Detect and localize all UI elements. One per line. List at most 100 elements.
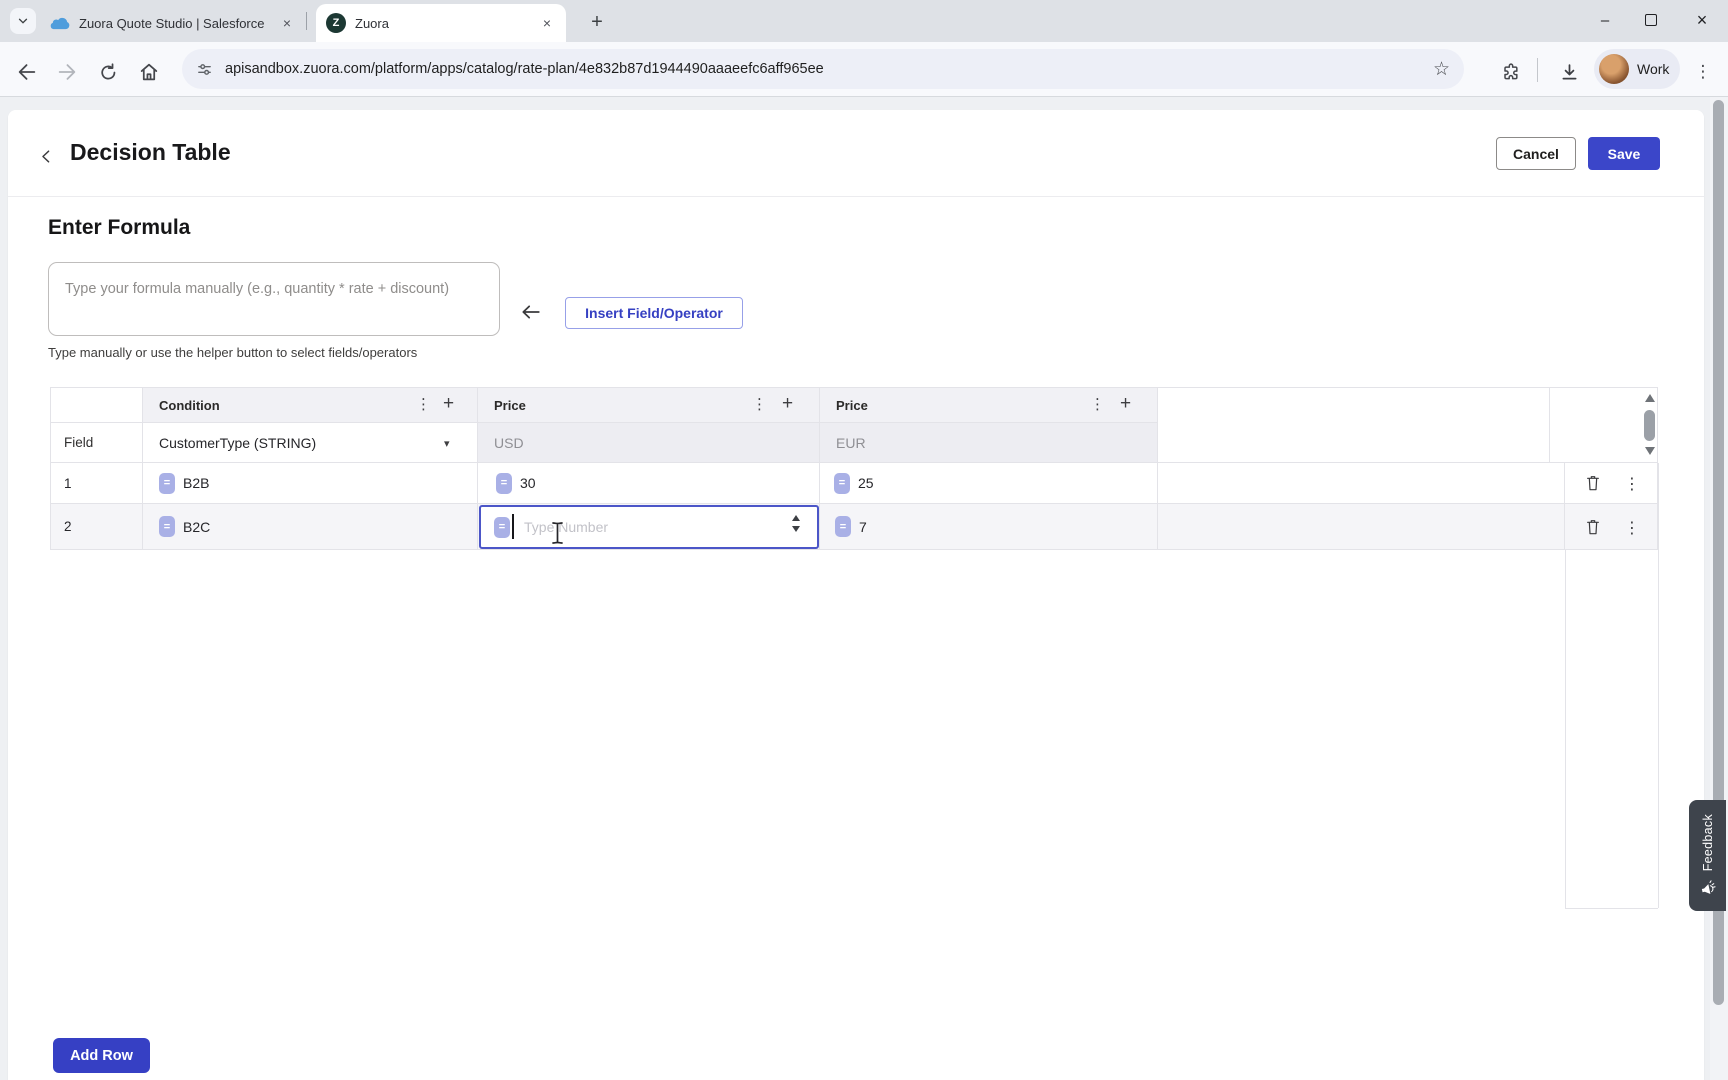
empty-header-cell — [1158, 387, 1550, 463]
forward-arrow-icon — [56, 61, 78, 83]
extensions-button[interactable] — [1496, 57, 1526, 87]
window-minimize-button[interactable]: – — [1582, 0, 1628, 40]
row-number: 1 — [50, 463, 143, 504]
bookmark-star-icon[interactable]: ☆ — [1433, 58, 1450, 81]
url-bar[interactable]: apisandbox.zuora.com/platform/apps/catal… — [182, 49, 1464, 89]
browser-window: Zuora Quote Studio | Salesforce × Z Zuor… — [0, 0, 1728, 1080]
browser-tab-zuora[interactable]: Z Zuora × — [316, 4, 566, 42]
tab-search-button[interactable] — [10, 8, 36, 34]
spacer-cell — [1158, 504, 1565, 550]
column-header-price-usd: Price — [478, 387, 820, 423]
window-maximize-button[interactable] — [1628, 0, 1674, 40]
operator-chip[interactable]: = — [159, 473, 175, 494]
forward-button[interactable] — [52, 57, 82, 87]
delete-row2-button[interactable] — [1584, 517, 1602, 537]
row2-actions-cell — [1565, 504, 1658, 550]
number-input[interactable] — [522, 518, 817, 536]
cell-condition-row2[interactable]: = B2C — [143, 504, 478, 550]
downloads-button[interactable] — [1554, 57, 1584, 87]
back-button[interactable] — [12, 57, 42, 87]
table-right-divider — [1565, 550, 1566, 908]
save-button[interactable]: Save — [1588, 137, 1660, 170]
kebab-icon: ⋮ — [1695, 62, 1712, 82]
tab-title: Zuora — [355, 16, 530, 31]
delete-row1-button[interactable] — [1584, 473, 1602, 493]
operator-chip[interactable]: = — [835, 516, 851, 537]
zuora-icon: Z — [326, 13, 346, 33]
operator-chip[interactable]: = — [494, 517, 510, 538]
home-button[interactable] — [134, 57, 164, 87]
stepper-down-icon[interactable] — [792, 526, 800, 532]
field-condition-dropdown[interactable]: CustomerType (STRING) — [143, 423, 478, 463]
row2-menu-button[interactable]: ⋮ — [1624, 518, 1640, 538]
cell-price2-row2[interactable]: = 7 — [820, 504, 1158, 550]
spacer-cell — [1158, 463, 1565, 504]
corner-header-cell — [50, 387, 143, 423]
salesforce-icon — [50, 16, 70, 31]
actions-header-cell — [1550, 387, 1658, 463]
toolbar-divider — [1537, 58, 1538, 82]
browser-tab-strip: Zuora Quote Studio | Salesforce × Z Zuor… — [0, 0, 1728, 42]
price1-add-column-icon[interactable]: + — [782, 394, 793, 413]
condition-column-menu-icon[interactable]: ⋮ — [416, 397, 431, 412]
table-scroll-up-icon[interactable] — [1645, 394, 1655, 402]
browser-menu-button[interactable]: ⋮ — [1688, 57, 1718, 87]
page-header — [8, 110, 1704, 197]
add-row-button[interactable]: Add Row — [53, 1038, 150, 1073]
cell-condition-row1[interactable]: = B2B — [143, 463, 478, 504]
megaphone-icon — [1698, 879, 1717, 898]
table-scroll-down-icon[interactable] — [1645, 447, 1655, 455]
price2-column-menu-icon[interactable]: ⋮ — [1090, 397, 1105, 412]
close-tab-icon[interactable]: × — [278, 14, 296, 32]
avatar — [1599, 54, 1629, 84]
number-stepper[interactable] — [792, 515, 800, 532]
feedback-tab[interactable]: Feedback — [1689, 800, 1726, 911]
trash-icon — [1585, 474, 1601, 492]
window-close-button[interactable]: × — [1676, 0, 1728, 40]
operator-chip[interactable]: = — [496, 473, 512, 494]
formula-input[interactable] — [48, 262, 500, 336]
url-text[interactable]: apisandbox.zuora.com/platform/apps/catal… — [225, 61, 1433, 77]
price1-column-menu-icon[interactable]: ⋮ — [752, 397, 767, 412]
close-tab-icon[interactable]: × — [538, 14, 556, 32]
new-tab-button[interactable]: + — [584, 9, 610, 35]
content-card — [8, 110, 1704, 1080]
browser-tab-salesforce[interactable]: Zuora Quote Studio | Salesforce × — [40, 6, 306, 40]
cancel-button[interactable]: Cancel — [1496, 137, 1576, 170]
tab-divider — [306, 12, 307, 30]
download-icon — [1559, 62, 1580, 83]
price2-add-column-icon[interactable]: + — [1120, 394, 1131, 413]
row1-menu-button[interactable]: ⋮ — [1624, 474, 1640, 494]
page-back-button[interactable] — [34, 144, 58, 168]
field-row-label: Field — [50, 423, 143, 463]
formula-helper-text: Type manually or use the helper button t… — [48, 345, 417, 360]
row-number: 2 — [50, 504, 143, 550]
price-number-input-focused[interactable]: = — [479, 505, 819, 549]
left-arrow-icon — [516, 300, 546, 324]
operator-chip[interactable]: = — [834, 473, 850, 494]
cell-price1-row1[interactable]: = 30 — [478, 463, 820, 504]
browser-profile-chip[interactable]: Work — [1594, 49, 1680, 89]
text-caret — [512, 514, 514, 539]
field-price1-currency[interactable]: USD — [478, 423, 820, 463]
table-bottom-edge — [1565, 908, 1658, 909]
condition-add-column-icon[interactable]: + — [443, 394, 454, 413]
table-right-edge — [1658, 463, 1659, 908]
enter-formula-heading: Enter Formula — [48, 216, 190, 240]
back-arrow-icon — [16, 61, 38, 83]
reload-icon — [98, 62, 119, 83]
maximize-icon — [1645, 14, 1657, 26]
dropdown-caret-icon[interactable]: ▾ — [444, 437, 450, 450]
home-icon — [138, 61, 160, 83]
table-scrollbar-thumb[interactable] — [1644, 410, 1655, 441]
mouse-cursor — [551, 521, 564, 545]
field-price2-currency[interactable]: EUR — [820, 423, 1158, 463]
chevron-down-icon — [16, 14, 30, 28]
insert-field-operator-button[interactable]: Insert Field/Operator — [565, 297, 743, 329]
site-settings-tune-icon[interactable] — [196, 61, 213, 78]
cell-price2-row1[interactable]: = 25 — [820, 463, 1158, 504]
reload-button[interactable] — [93, 57, 123, 87]
stepper-up-icon[interactable] — [792, 515, 800, 521]
operator-chip[interactable]: = — [159, 516, 175, 537]
tab-title: Zuora Quote Studio | Salesforce — [79, 16, 270, 31]
